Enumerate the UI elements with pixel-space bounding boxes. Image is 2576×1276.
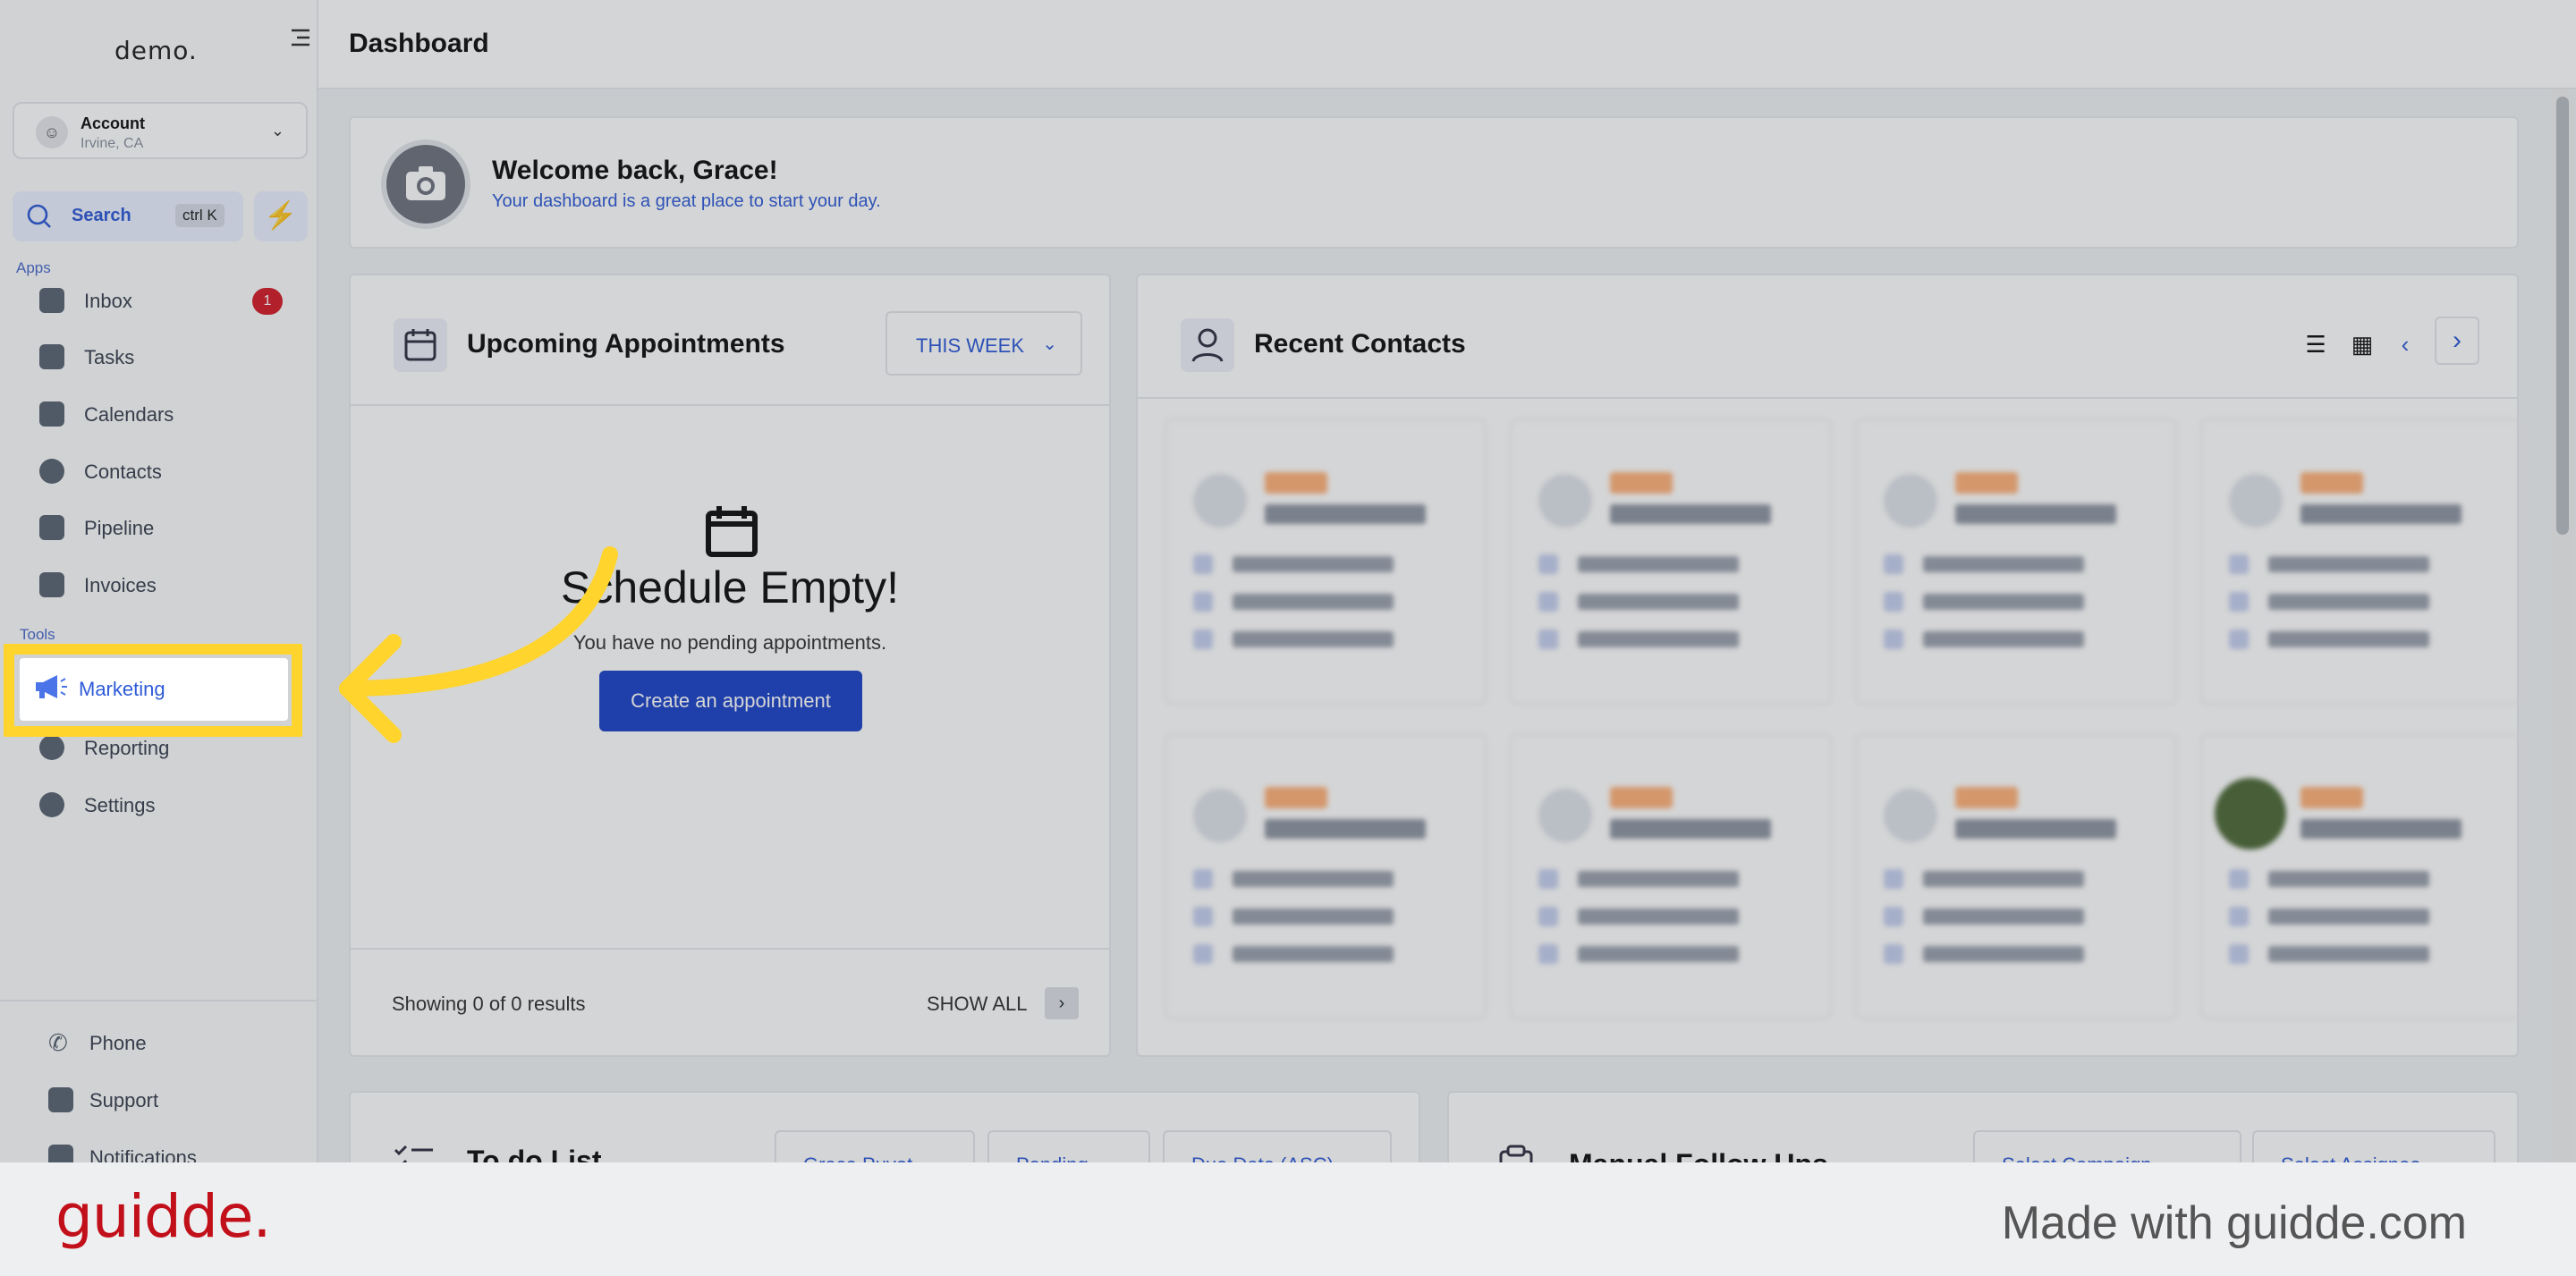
main-scrollbar[interactable]	[2551, 89, 2574, 1162]
account-avatar-icon: ☺	[36, 116, 68, 148]
collapse-menu-icon[interactable]	[288, 25, 313, 52]
divider	[1138, 397, 2517, 399]
contact-card[interactable]	[2200, 733, 2522, 1019]
guidde-logo: guidde.	[55, 1182, 271, 1251]
list-view-icon[interactable]: ☰	[2301, 329, 2331, 359]
contact-card[interactable]	[1510, 733, 1832, 1019]
contact-avatar	[2229, 474, 2283, 528]
sidebar: demo. ☺ Account Irvine, CA ⌄ Search ctrl…	[0, 0, 318, 1170]
sidebar-item-contacts[interactable]: Contacts	[0, 450, 304, 493]
search-button[interactable]: Search ctrl K	[13, 191, 243, 241]
pipeline-icon	[39, 515, 64, 540]
sidebar-item-label: Tasks	[84, 346, 135, 368]
welcome-card: Welcome back, Grace! Your dashboard is a…	[349, 116, 2519, 249]
quick-actions-bolt-icon[interactable]: ⚡	[254, 191, 308, 241]
search-shortcut: ctrl K	[175, 204, 225, 227]
sidebar-divider	[0, 1000, 318, 1001]
appointments-title: Upcoming Appointments	[467, 329, 785, 359]
chevron-down-icon: ⌄	[1042, 334, 1057, 354]
sidebar-item-inbox[interactable]: Inbox 1	[0, 279, 304, 322]
support-icon	[48, 1087, 73, 1112]
sidebar-item-settings[interactable]: Settings	[0, 783, 304, 826]
sidebar-item-label: Contacts	[84, 461, 162, 483]
gear-icon	[39, 792, 64, 817]
scrollbar-thumb[interactable]	[2556, 97, 2569, 535]
sidebar-item-tasks[interactable]: Tasks	[0, 335, 304, 378]
camera-avatar-icon[interactable]	[381, 139, 470, 229]
divider	[351, 404, 1109, 406]
create-appointment-button[interactable]: Create an appointment	[599, 671, 862, 731]
sidebar-item-label: Support	[89, 1089, 159, 1111]
guidde-footer: guidde. Made with guidde.com	[0, 1162, 2576, 1276]
sidebar-item-support[interactable]: Support	[0, 1078, 304, 1121]
show-all-link[interactable]: SHOW ALL	[927, 993, 1027, 1016]
grid-view-icon[interactable]: ▦	[2347, 329, 2377, 359]
chevron-right-icon[interactable]: ›	[2435, 317, 2479, 365]
contact-avatar	[1538, 789, 1592, 842]
tasks-icon	[39, 344, 64, 369]
sidebar-item-phone[interactable]: ✆ Phone	[0, 1021, 304, 1064]
made-with-text: Made with guidde.com	[2001, 1197, 2467, 1249]
contact-card[interactable]	[1855, 733, 2177, 1019]
calendar-icon	[39, 401, 64, 427]
contact-card[interactable]	[1510, 418, 1832, 705]
sidebar-item-label: Phone	[89, 1032, 147, 1054]
chevron-left-icon[interactable]: ‹	[2390, 329, 2420, 359]
person-icon	[1181, 318, 1234, 372]
recent-contacts-title: Recent Contacts	[1254, 329, 1466, 359]
search-label: Search	[72, 206, 131, 225]
sidebar-item-label: Reporting	[84, 737, 170, 759]
contact-card[interactable]	[1855, 418, 2177, 705]
sidebar-item-invoices[interactable]: Invoices	[0, 563, 304, 606]
highlight-box	[4, 644, 302, 737]
calendar-icon	[394, 318, 447, 372]
contact-avatar	[1538, 474, 1592, 528]
calendar-empty-icon	[706, 506, 758, 557]
contact-card[interactable]	[1165, 418, 1487, 705]
recent-contacts-card: Recent Contacts ☰ ▦ ‹ ›	[1136, 274, 2522, 1057]
divider	[351, 948, 1109, 950]
brand-logo: demo.	[114, 36, 198, 65]
sidebar-item-label: Settings	[84, 794, 156, 816]
pointer-arrow-icon	[339, 546, 618, 743]
chevron-right-icon[interactable]: ›	[1045, 987, 1079, 1019]
welcome-subtitle: Your dashboard is a great place to start…	[492, 191, 881, 211]
contact-card[interactable]	[2200, 418, 2522, 705]
tools-section-label: Tools	[20, 626, 55, 643]
phone-icon: ✆	[48, 1029, 68, 1056]
sidebar-item-pipeline[interactable]: Pipeline	[0, 506, 304, 549]
this-week-dropdown[interactable]: THIS WEEK ⌄	[886, 311, 1082, 376]
invoices-icon	[39, 572, 64, 597]
dropdown-label: THIS WEEK	[916, 334, 1025, 357]
contact-avatar	[1193, 789, 1247, 842]
sidebar-item-label: Inbox	[84, 290, 132, 312]
sidebar-item-calendars[interactable]: Calendars	[0, 393, 304, 435]
search-icon	[27, 204, 51, 228]
chevron-down-icon: ⌄	[270, 122, 284, 139]
contact-avatar	[1884, 474, 1937, 528]
results-count: Showing 0 of 0 results	[392, 993, 586, 1015]
page-title: Dashboard	[349, 29, 489, 58]
view-controls: ☰ ▦ ‹	[2301, 329, 2426, 365]
welcome-title: Welcome back, Grace!	[492, 156, 778, 185]
inbox-badge: 1	[252, 288, 283, 315]
sidebar-item-label: Calendars	[84, 403, 174, 426]
reporting-icon	[39, 735, 64, 760]
contact-avatar	[1884, 789, 1937, 842]
contact-card[interactable]	[1165, 733, 1487, 1019]
apps-section-label: Apps	[16, 259, 51, 276]
sidebar-item-label: Invoices	[84, 574, 157, 596]
top-header: Dashboard	[318, 0, 2576, 89]
sidebar-item-label: Pipeline	[84, 517, 155, 539]
account-location: Irvine, CA	[80, 136, 144, 151]
account-switcher[interactable]: ☺ Account Irvine, CA ⌄	[13, 102, 308, 159]
contacts-icon	[39, 459, 64, 484]
account-name: Account	[80, 114, 145, 132]
inbox-icon	[39, 288, 64, 313]
contact-avatar	[1193, 474, 1247, 528]
contact-avatar	[2215, 778, 2286, 849]
